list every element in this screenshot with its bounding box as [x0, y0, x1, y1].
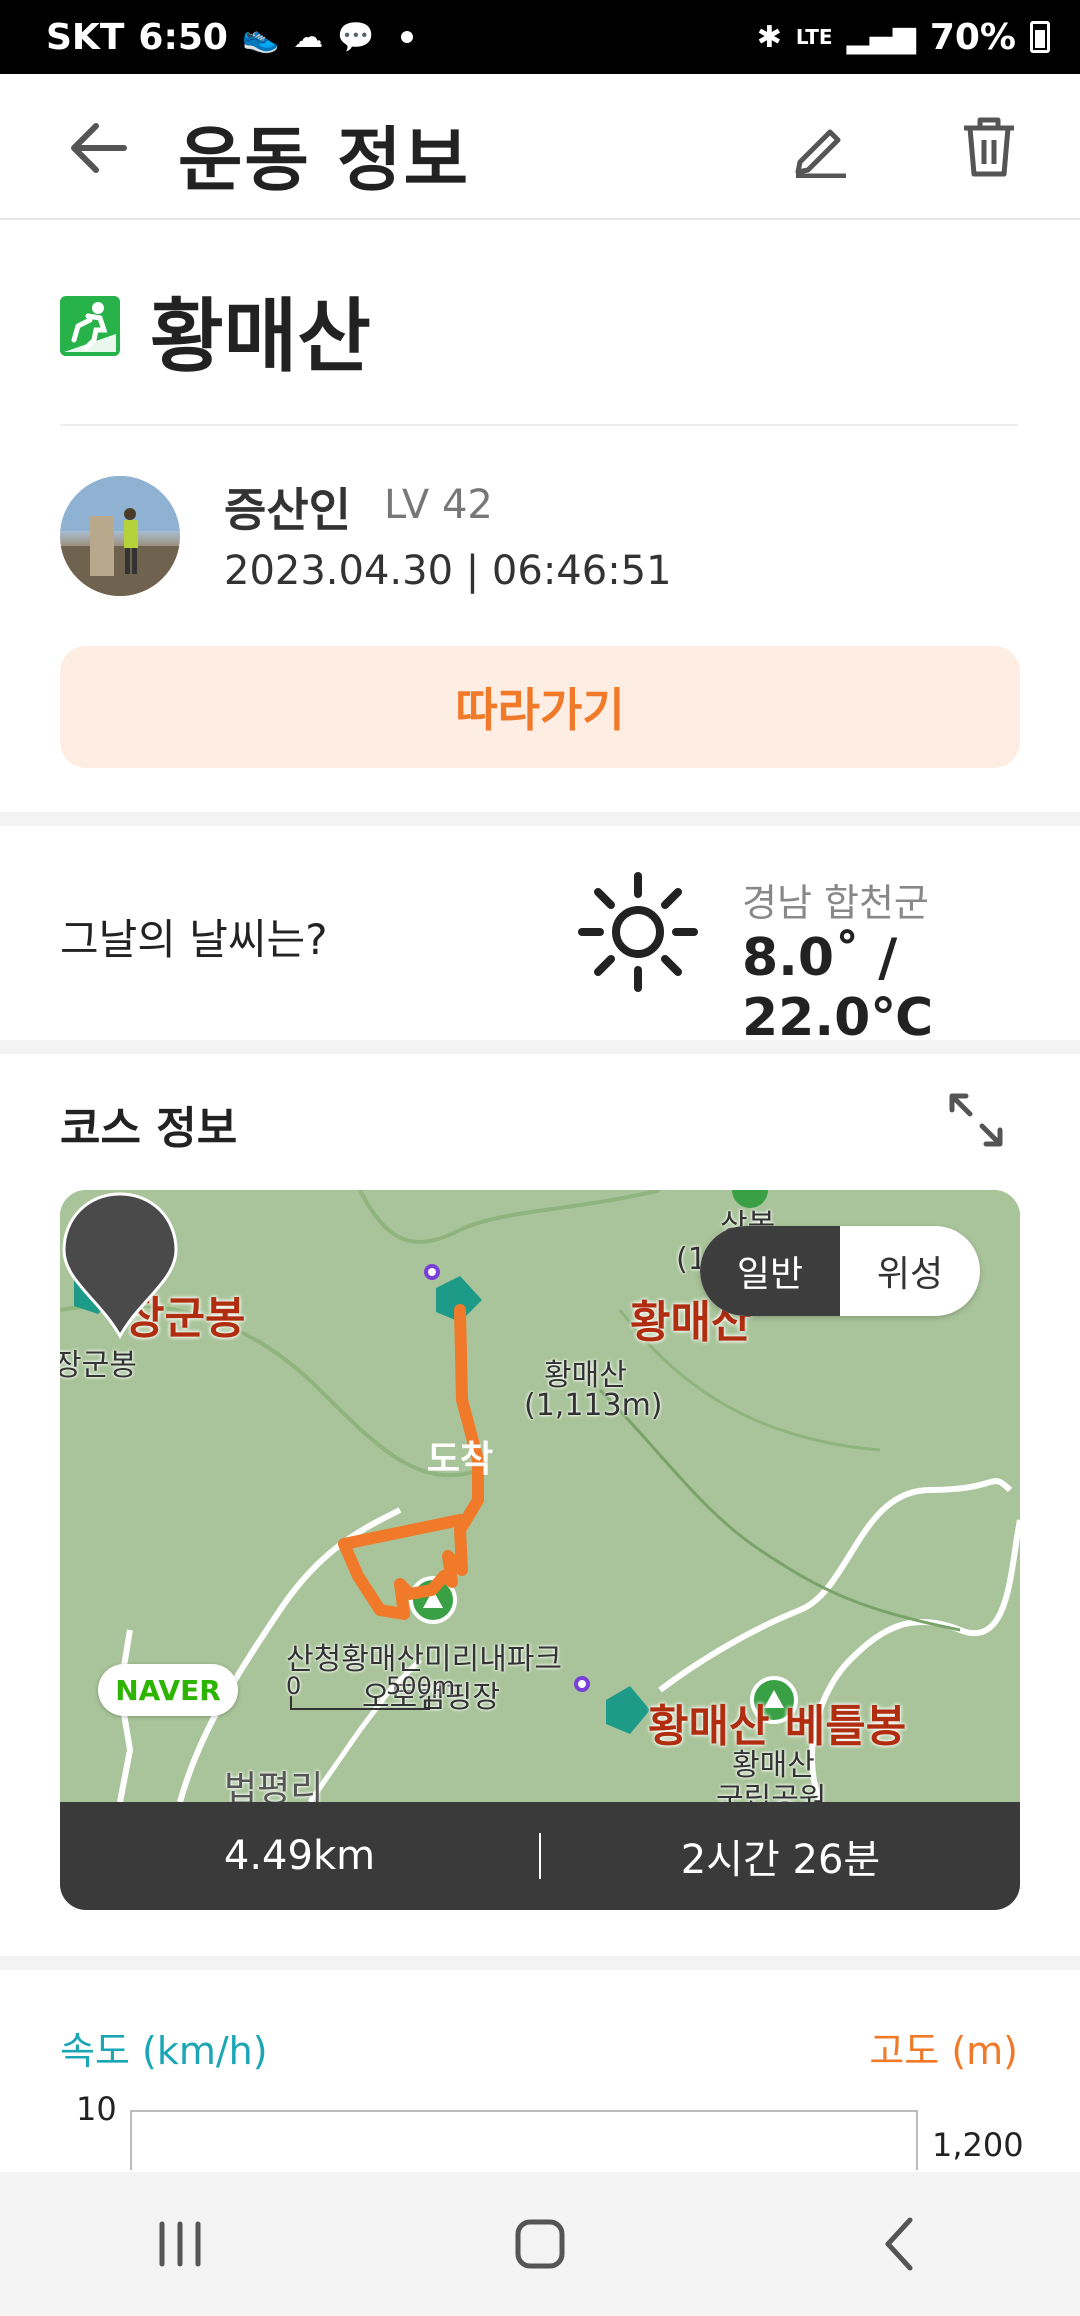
course-map[interactable]: 장군봉 장군봉 황매산 황매산 (1,113m) 상봉 (1 산청황매산미리내파… [60, 1190, 1020, 1910]
map-sub-janggunbong: 장군봉 [60, 1348, 137, 1383]
speed-axis-label: 속도 (km/h) [60, 2029, 268, 2073]
pencil-icon[interactable] [790, 118, 850, 178]
battery-icon [1030, 21, 1050, 53]
map-type-toggle: 일반 위성 [700, 1226, 980, 1316]
home-icon[interactable] [490, 2194, 590, 2294]
speed-altitude-chart [130, 2110, 918, 2170]
cloud-icon: ☁ [293, 19, 324, 55]
back-icon[interactable] [850, 2194, 950, 2294]
signal-icon: ▂▄▆ [846, 19, 916, 55]
section-gap [0, 1956, 1080, 1970]
bluetooth-icon: ✱ [756, 19, 782, 55]
system-nav-bar [0, 2172, 1080, 2316]
recent-apps-icon[interactable] [130, 2194, 230, 2294]
follow-button[interactable]: 따라가기 [60, 646, 1020, 768]
divider [60, 424, 1018, 426]
arrive-pin-icon [62, 1192, 178, 1340]
status-bar: SKT 6:50 👟 ☁ 💬 ✱ LTE ▂▄▆ 70% [0, 0, 1080, 74]
naver-logo: NAVER [98, 1664, 238, 1716]
speed-tick-top: 10 [76, 2090, 117, 2128]
activity-datetime: 2023.04.30 | 06:46:51 [224, 548, 672, 594]
sun-icon [578, 872, 698, 992]
altitude-tick-top: 1,200 [932, 2126, 1024, 2164]
trash-icon[interactable] [960, 116, 1018, 178]
weather-question: 그날의 날씨는? [60, 915, 328, 964]
hiking-icon [60, 296, 120, 356]
activity-title: 황매산 [150, 290, 371, 383]
course-title: 코스 정보 [60, 1103, 238, 1154]
user-name: 증산인 [224, 483, 351, 537]
course-summary-bar: 4.49km 2시간 26분 [60, 1802, 1020, 1910]
battery-percent: 70% [929, 16, 1016, 58]
map-sub-hwangmaesan-2: (1,113m) [524, 1388, 663, 1423]
map-scale-value: 500m [386, 1672, 456, 1700]
section-gap [0, 812, 1080, 826]
map-normal-option[interactable]: 일반 [700, 1226, 840, 1316]
app-bar: 운동 정보 [0, 74, 1080, 220]
page-title: 운동 정보 [178, 119, 470, 201]
carrier-text: SKT [46, 16, 125, 58]
arrive-label: 도착 [426, 1439, 494, 1480]
section-gap [0, 1040, 1080, 1054]
course-duration: 2시간 26분 [680, 1837, 881, 1883]
back-arrow-icon[interactable] [68, 122, 128, 174]
network-type: LTE [795, 25, 833, 49]
shoe-icon: 👟 [241, 19, 280, 55]
course-distance: 4.49km [223, 1833, 376, 1879]
talk-icon: 💬 [337, 19, 375, 55]
weather-temperature: 8.0˚ / 22.0℃ [742, 928, 934, 1048]
expand-icon[interactable] [948, 1092, 1004, 1148]
avatar[interactable] [60, 476, 180, 596]
map-scale-zero: 0 [286, 1672, 302, 1700]
weather-location: 경남 합천군 [742, 881, 929, 925]
altitude-axis-label: 고도 (m) [869, 2029, 1018, 2073]
user-level: LV 42 [384, 482, 493, 528]
clock-text: 6:50 [138, 16, 228, 58]
map-satellite-option[interactable]: 위성 [840, 1226, 980, 1316]
notification-dot-icon [400, 31, 413, 43]
